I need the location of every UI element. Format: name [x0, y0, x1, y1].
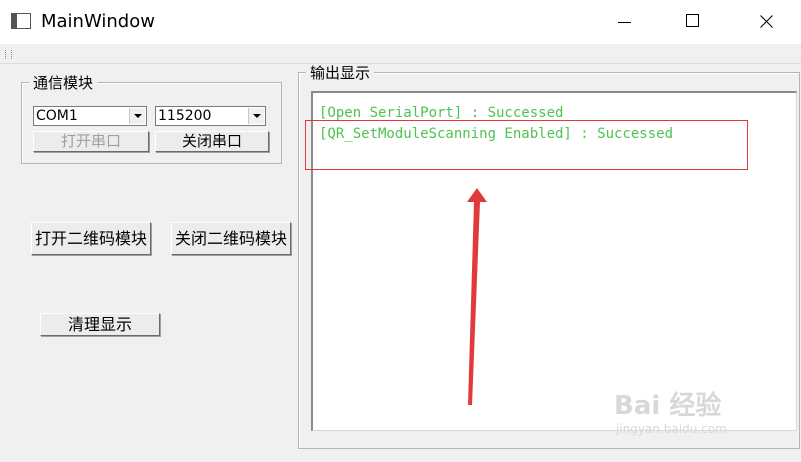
title-bar: MainWindow — [0, 0, 801, 44]
baud-select-value: 115200 — [158, 108, 212, 124]
watermark-logo: Bai 经验 — [614, 391, 722, 421]
close-port-button[interactable]: 关闭串口 — [155, 131, 269, 152]
maximize-button[interactable] — [669, 0, 715, 44]
window-icon — [11, 13, 31, 29]
highlight-box — [305, 120, 748, 170]
open-port-button[interactable]: 打开串口 — [33, 131, 149, 152]
close-qr-module-button[interactable]: 关闭二维码模块 — [171, 222, 291, 255]
watermark-url: jingyan.baidu.com — [616, 422, 727, 436]
comm-group-title: 通信模块 — [29, 75, 98, 91]
minimize-button[interactable] — [601, 0, 647, 44]
output-line: [Open SerialPort] : Successed — [319, 105, 564, 121]
watermark: Bai 经验 jingyan.baidu.com — [614, 385, 727, 436]
toolbar-grip-icon[interactable] — [5, 50, 12, 59]
close-button[interactable] — [742, 0, 788, 44]
output-group-title: 输出显示 — [306, 65, 375, 81]
chevron-down-icon[interactable] — [248, 108, 264, 124]
port-select-value: COM1 — [36, 108, 78, 124]
clear-display-button[interactable]: 清理显示 — [40, 313, 160, 336]
chevron-down-icon[interactable] — [129, 108, 145, 124]
port-select[interactable]: COM1 — [33, 106, 147, 126]
window-title: MainWindow — [41, 11, 155, 32]
open-qr-module-button[interactable]: 打开二维码模块 — [31, 222, 151, 255]
baud-select[interactable]: 115200 — [155, 106, 266, 126]
toolbar — [0, 44, 801, 64]
